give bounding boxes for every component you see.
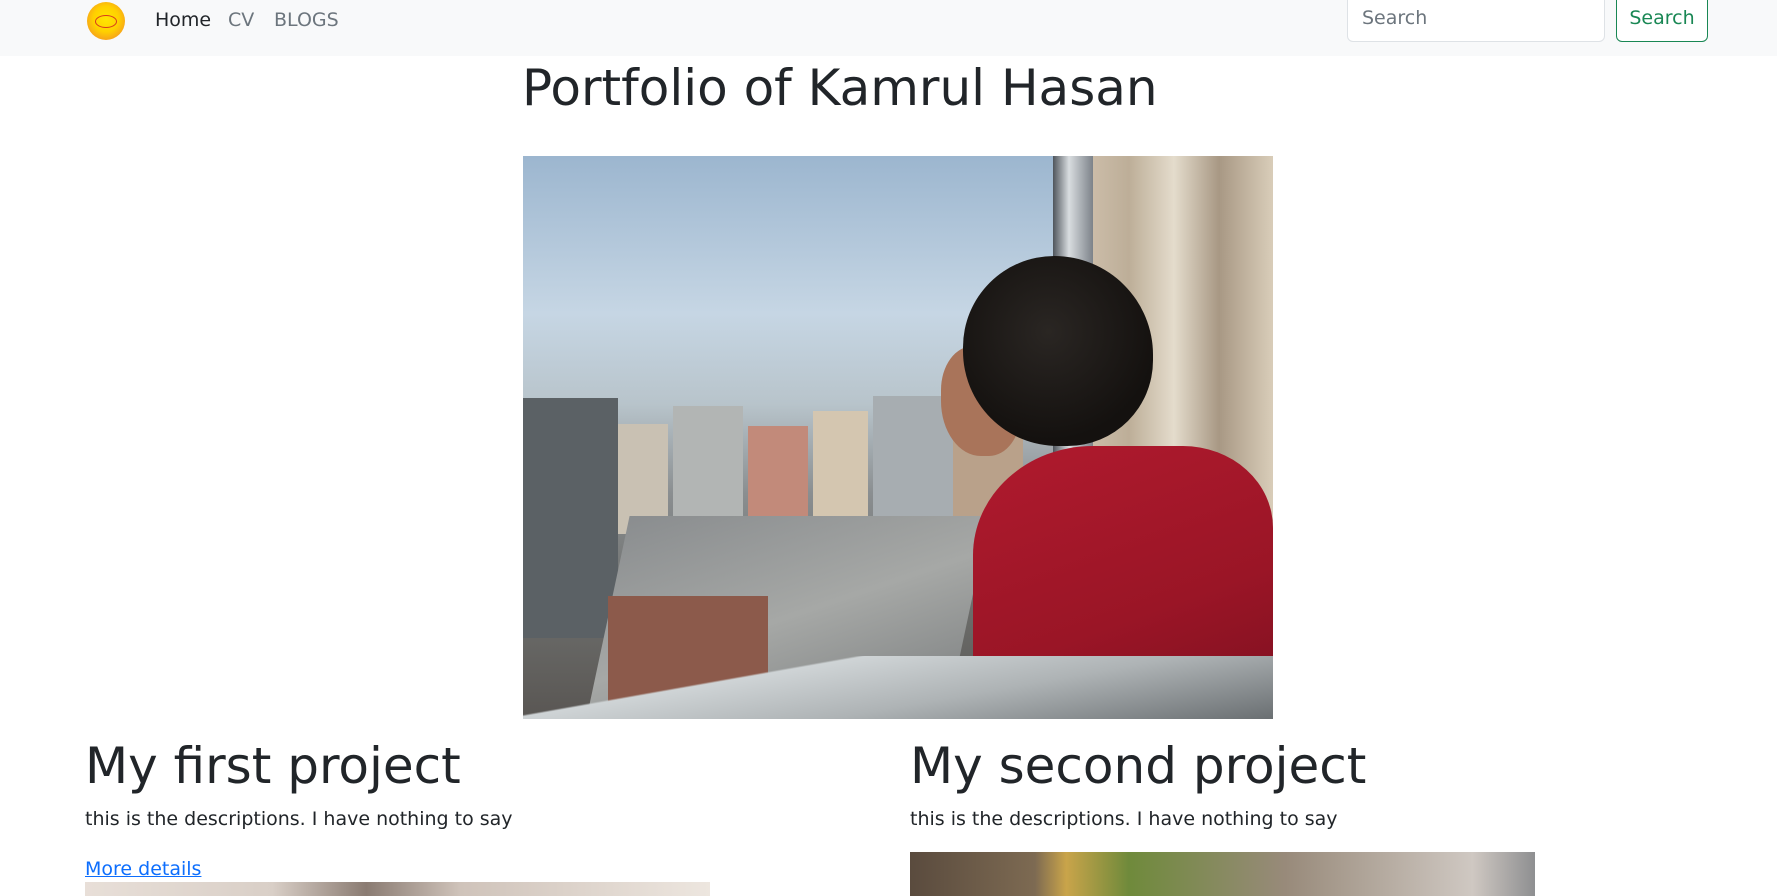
hero-building	[673, 406, 743, 526]
logo-emblem-icon	[95, 14, 117, 28]
page-title: Portfolio of Kamrul Hasan	[522, 59, 1158, 117]
brand-logo[interactable]	[87, 2, 125, 40]
hero-building	[813, 411, 868, 521]
nav-link-home[interactable]: Home	[155, 7, 211, 33]
project-2-thumbnail	[910, 852, 1535, 896]
hero-window-sill	[523, 656, 1273, 719]
hero-person-hair	[963, 256, 1153, 446]
project-description: this is the descriptions. I have nothing…	[910, 808, 1338, 830]
hero-building	[873, 396, 953, 536]
nav-link-cv[interactable]: CV	[228, 7, 254, 33]
more-details-link[interactable]: More details	[85, 856, 201, 882]
project-title: My first project	[85, 737, 461, 795]
hero-image	[523, 156, 1273, 719]
project-title: My second project	[910, 737, 1367, 795]
project-1-thumbnail	[85, 882, 710, 896]
nav-link-blogs[interactable]: BLOGS	[274, 7, 339, 33]
top-navbar: Home CV BLOGS Search	[0, 0, 1777, 56]
search-input[interactable]	[1347, 0, 1605, 42]
hero-building	[748, 426, 808, 526]
hero-building-left	[523, 398, 618, 638]
project-description: this is the descriptions. I have nothing…	[85, 808, 513, 830]
project-card-1: My first project this is the description…	[85, 736, 513, 880]
project-card-2: My second project this is the descriptio…	[910, 736, 1367, 830]
search-button[interactable]: Search	[1616, 0, 1708, 42]
